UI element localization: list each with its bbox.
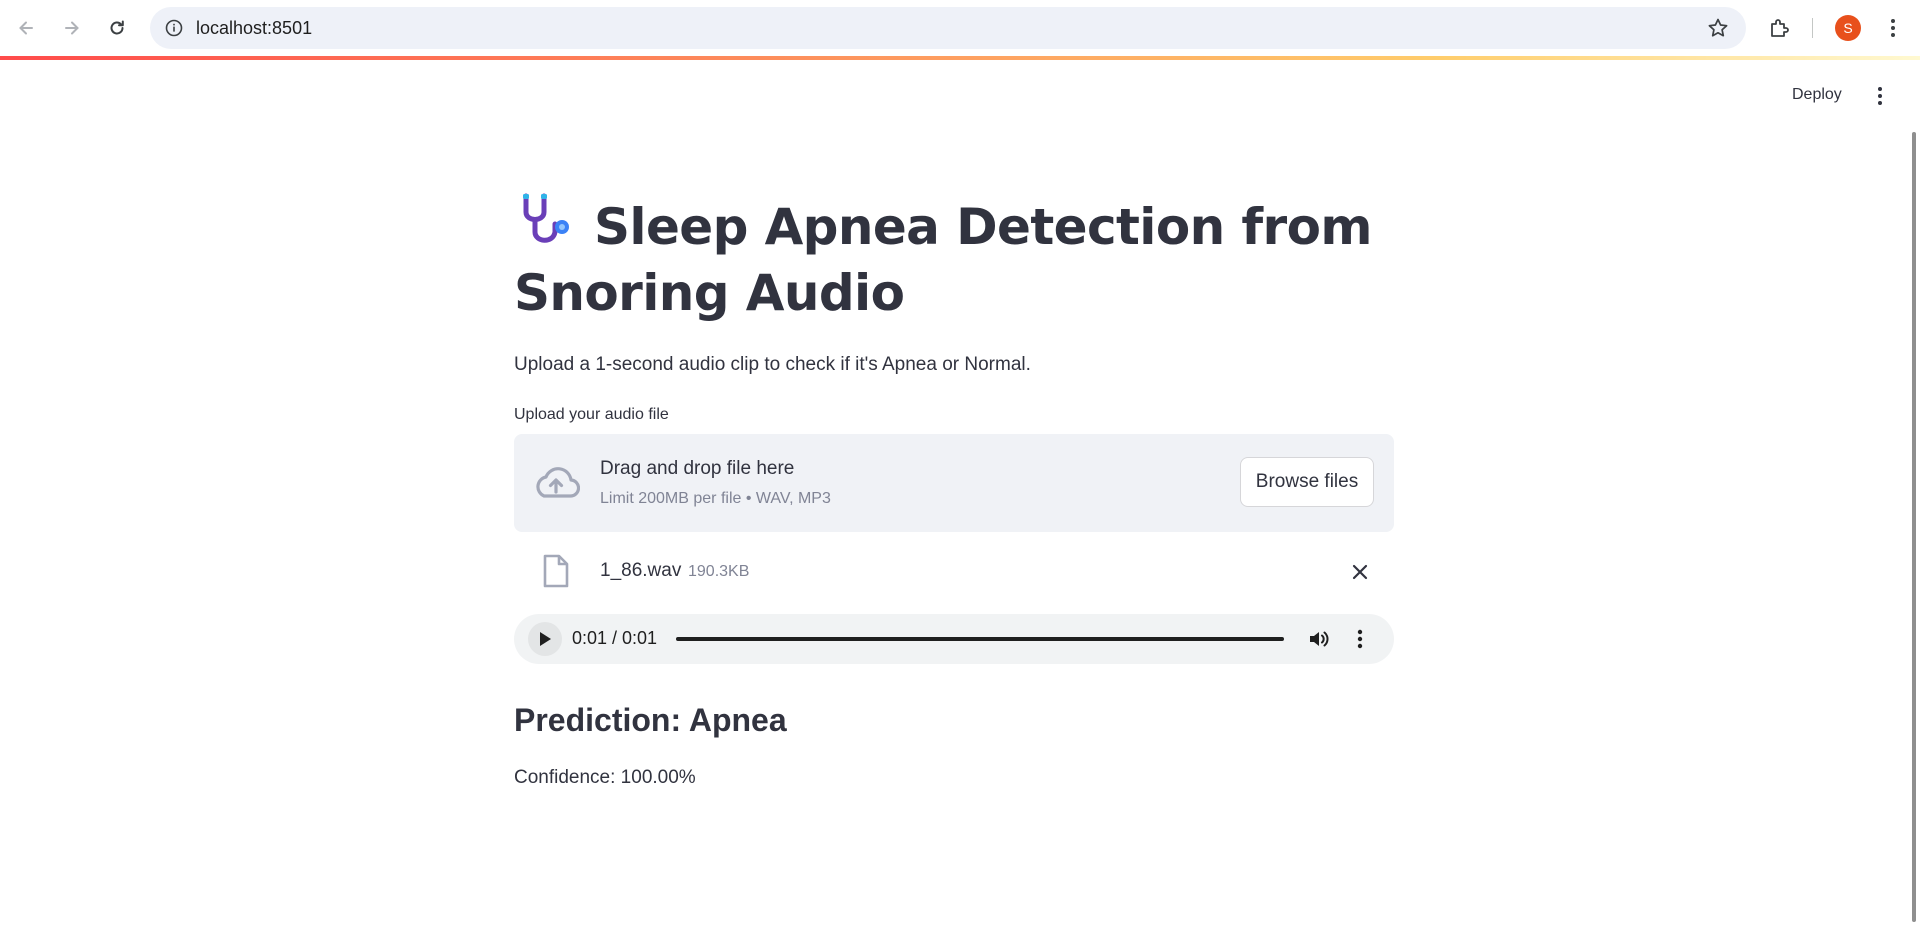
file-icon	[542, 554, 570, 588]
audio-player: 0:01 / 0:01	[514, 614, 1394, 664]
reload-icon	[110, 20, 124, 35]
close-icon[interactable]	[1346, 558, 1374, 586]
arrow-left-icon	[19, 21, 33, 35]
cloud-upload-icon	[532, 462, 581, 502]
info-icon[interactable]	[162, 16, 186, 40]
toolbar-divider	[1812, 18, 1813, 38]
prediction-heading: Prediction: Apnea	[514, 702, 787, 738]
scrollbar-thumb[interactable]	[1912, 132, 1916, 922]
uploader-label: Upload your audio file	[514, 406, 669, 423]
address-bar[interactable]: localhost:8501	[150, 7, 1746, 49]
main-content: Sleep Apnea Detection from Snoring Audio…	[514, 190, 1394, 789]
file-dropzone[interactable]: Drag and drop file here Limit 200MB per …	[514, 434, 1394, 532]
stethoscope-icon	[514, 190, 574, 250]
main-menu-icon[interactable]	[1868, 82, 1892, 110]
page-title: Sleep Apnea Detection from Snoring Audio	[514, 190, 1394, 326]
audio-progress-track[interactable]	[676, 637, 1284, 641]
uploaded-file-name: 1_86.wav	[600, 560, 682, 581]
reload-button[interactable]	[101, 12, 133, 44]
header-decoration-bar	[0, 56, 1920, 60]
dropzone-limit-text: Limit 200MB per file • WAV, MP3	[600, 490, 831, 507]
volume-icon[interactable]	[1306, 626, 1332, 652]
page-title-text: Sleep Apnea Detection from Snoring Audio	[514, 198, 1372, 322]
deploy-button[interactable]: Deploy	[1782, 82, 1852, 108]
confidence-text: Confidence: 100.00%	[514, 767, 696, 788]
page-subtitle: Upload a 1-second audio clip to check if…	[514, 354, 1031, 375]
arrow-right-icon	[65, 21, 79, 35]
vertical-dots-icon[interactable]	[1880, 14, 1906, 42]
dropzone-instructions: Drag and drop file here	[600, 458, 795, 479]
puzzle-icon[interactable]	[1766, 14, 1794, 42]
forward-button[interactable]	[56, 12, 88, 44]
url-text[interactable]: localhost:8501	[196, 18, 312, 39]
uploaded-file-row: 1_86.wav 190.3KB	[514, 532, 1394, 612]
uploaded-file-size: 190.3KB	[688, 563, 750, 580]
more-options-icon[interactable]	[1350, 626, 1370, 652]
profile-avatar[interactable]: S	[1835, 15, 1861, 41]
browser-toolbar: localhost:8501 S	[0, 0, 1920, 56]
star-icon[interactable]	[1706, 16, 1730, 40]
back-button[interactable]	[10, 12, 42, 44]
play-icon[interactable]	[528, 622, 562, 656]
browse-files-button[interactable]: Browse files	[1240, 457, 1374, 507]
audio-time: 0:01 / 0:01	[572, 628, 658, 648]
